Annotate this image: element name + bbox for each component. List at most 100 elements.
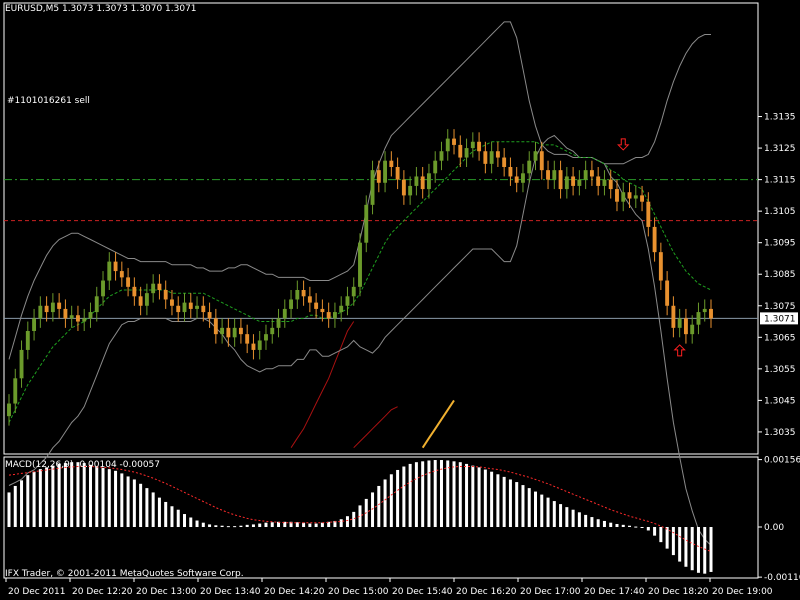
macd-pane-frame [3, 456, 759, 579]
candle [495, 141, 500, 167]
candle [452, 129, 456, 155]
bear-candle-body [201, 305, 206, 313]
macd-tick-label: 0.00 [764, 523, 784, 533]
macd-bar [515, 482, 519, 528]
candle [170, 290, 174, 316]
bear-candle-body [627, 192, 632, 199]
macd-bar [270, 522, 274, 528]
time-tick-label: 20 Dec 12:20 [72, 587, 133, 597]
bull-candle-body [621, 192, 626, 202]
bull-candle-body [32, 318, 37, 331]
bull-candle-body [151, 283, 156, 294]
candle [552, 160, 557, 190]
bull-candle-body [257, 340, 262, 350]
time-tick-label: 20 Dec 2011 [8, 587, 66, 597]
bear-candle-body [188, 302, 193, 309]
time-tick-label: 20 Dec 18:20 [648, 587, 709, 597]
macd-bar [646, 527, 650, 531]
macd-bar [684, 527, 688, 567]
macd-bar [621, 524, 625, 528]
macd-tick-label: 0.00156 [764, 456, 800, 466]
bear-candle-body [320, 308, 325, 313]
macd-bar [314, 523, 318, 528]
bull-candle-body [195, 305, 199, 309]
bear-candle-body [238, 327, 243, 335]
macd-bar [471, 465, 475, 528]
trading-terminal: 1.3135 1.3125 1.3115 1.3105 1.3095 1.3085 1.30… [0, 0, 800, 600]
candle [94, 286, 99, 322]
bull-candle-body [19, 349, 24, 379]
bull-candle-body [339, 305, 344, 313]
bear-candle-body [683, 318, 688, 335]
time-tick-label: 20 Dec 19:00 [712, 587, 773, 597]
time-tick-label: 20 Dec 17:00 [520, 587, 581, 597]
macd-tick-label: -0.00116 [764, 573, 800, 583]
candle [213, 308, 218, 344]
macd-bar [208, 524, 212, 528]
macd-bar [126, 476, 130, 528]
bear-candle-body [44, 305, 49, 313]
bull-candle-body [489, 151, 494, 164]
candle [546, 160, 550, 190]
candle [665, 271, 670, 316]
candle [113, 252, 118, 281]
macd-bar [590, 517, 594, 528]
bull-candle-body [270, 327, 275, 335]
bear-candle-body [57, 302, 62, 309]
candle [621, 182, 626, 212]
candle [7, 394, 11, 426]
candle [63, 299, 68, 328]
chart-title: EURUSD,M5 1.3073 1.3073 1.3070 1.3071 [5, 4, 197, 14]
bear-candle-body [596, 176, 601, 186]
time-tick-label: 20 Dec 15:40 [392, 587, 453, 597]
bear-candle-body [452, 138, 456, 145]
bear-candle-body [495, 151, 500, 158]
bear-candle-body [113, 261, 118, 272]
macd-bar [120, 473, 124, 528]
candle [19, 340, 24, 388]
candle [238, 318, 243, 344]
candle [408, 176, 413, 205]
bull-candle-body [364, 204, 369, 243]
macd-bar [552, 501, 556, 528]
bull-candle-body [521, 173, 525, 183]
candle [264, 324, 268, 350]
bear-candle-body [615, 189, 619, 202]
bull-candle-body [107, 261, 112, 281]
candle [470, 132, 475, 158]
bear-candle-body [558, 170, 563, 190]
candle [652, 217, 657, 262]
bear-candle-body [119, 271, 124, 278]
candle [358, 233, 362, 297]
candle [458, 135, 463, 167]
macd-bar [414, 462, 418, 528]
macd-bar [665, 527, 669, 549]
macd-bar [151, 492, 155, 528]
macd-bar [377, 485, 381, 528]
candle [32, 308, 37, 341]
macd-bar [264, 522, 268, 528]
candle [82, 308, 87, 331]
bear-candle-body [301, 290, 306, 297]
macd-bar [7, 492, 11, 528]
bull-candle-body [552, 170, 557, 180]
macd-bar [521, 485, 525, 528]
candle [307, 286, 312, 313]
macd-bar [577, 512, 581, 528]
candle [558, 160, 563, 199]
candle [163, 280, 168, 309]
macd-bar [201, 522, 205, 528]
bull-candle-body [527, 160, 532, 174]
candle [370, 160, 375, 215]
candle [289, 290, 293, 319]
bear-candle-body [226, 327, 231, 338]
candle [577, 170, 582, 196]
chart-canvas[interactable]: 1.3135 1.3125 1.3115 1.3105 1.3095 1.3085 1.30… [0, 0, 800, 600]
bull-candle-body [564, 176, 569, 190]
bull-candle-body [25, 331, 30, 350]
macd-bar [465, 463, 469, 528]
bull-candle-body [101, 280, 105, 297]
macd-bar [540, 494, 544, 528]
macd-bar [477, 467, 481, 528]
bull-candle-body [439, 151, 444, 161]
